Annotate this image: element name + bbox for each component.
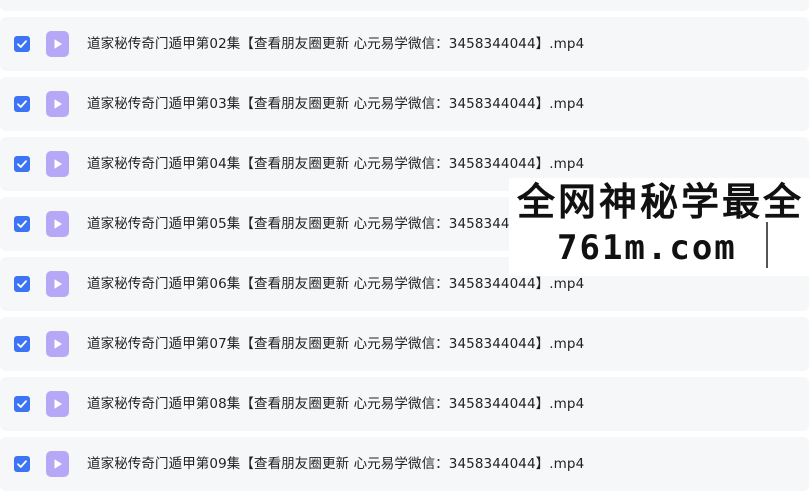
- watermark-text: 全网神秘学最全: [517, 180, 805, 224]
- play-icon: [54, 459, 62, 469]
- checkmark-icon: [17, 220, 27, 228]
- file-checkbox[interactable]: [14, 216, 30, 232]
- file-row[interactable]: 道家秘传奇门遁甲第03集【查看朋友圈更新 心元易学微信：3458344044】.…: [0, 77, 809, 131]
- video-file-icon: [46, 391, 69, 417]
- checkmark-icon: [17, 100, 27, 108]
- file-checkbox[interactable]: [14, 156, 30, 172]
- file-name[interactable]: 道家秘传奇门遁甲第02集【查看朋友圈更新 心元易学微信：3458344044】.…: [87, 17, 584, 71]
- file-checkbox[interactable]: [14, 456, 30, 472]
- video-file-icon: [46, 211, 69, 237]
- play-icon: [54, 399, 62, 409]
- file-checkbox[interactable]: [14, 36, 30, 52]
- file-row[interactable]: [0, 0, 809, 11]
- file-checkbox[interactable]: [14, 276, 30, 292]
- play-icon: [54, 279, 62, 289]
- play-icon: [54, 99, 62, 109]
- play-icon: [54, 339, 62, 349]
- file-checkbox[interactable]: [14, 96, 30, 112]
- checkmark-icon: [17, 340, 27, 348]
- checkmark-icon: [17, 400, 27, 408]
- text-cursor: [766, 222, 768, 268]
- watermark-url: 761m.com: [557, 228, 737, 268]
- file-checkbox[interactable]: [14, 336, 30, 352]
- file-name[interactable]: 道家秘传奇门遁甲第08集【查看朋友圈更新 心元易学微信：3458344044】.…: [87, 377, 584, 431]
- video-file-icon: [46, 331, 69, 357]
- file-row[interactable]: 道家秘传奇门遁甲第08集【查看朋友圈更新 心元易学微信：3458344044】.…: [0, 377, 809, 431]
- video-file-icon: [46, 91, 69, 117]
- file-row[interactable]: 道家秘传奇门遁甲第02集【查看朋友圈更新 心元易学微信：3458344044】.…: [0, 17, 809, 71]
- file-name[interactable]: 道家秘传奇门遁甲第03集【查看朋友圈更新 心元易学微信：3458344044】.…: [87, 77, 584, 131]
- file-name[interactable]: 道家秘传奇门遁甲第07集【查看朋友圈更新 心元易学微信：3458344044】.…: [87, 317, 584, 371]
- checkmark-icon: [17, 280, 27, 288]
- watermark-overlay: 全网神秘学最全 761m.com: [509, 178, 809, 276]
- checkmark-icon: [17, 460, 27, 468]
- play-icon: [54, 219, 62, 229]
- checkmark-icon: [17, 160, 27, 168]
- video-file-icon: [46, 271, 69, 297]
- video-file-icon: [46, 451, 69, 477]
- play-icon: [54, 39, 62, 49]
- video-file-icon: [46, 151, 69, 177]
- file-row[interactable]: 道家秘传奇门遁甲第09集【查看朋友圈更新 心元易学微信：3458344044】.…: [0, 437, 809, 491]
- file-checkbox[interactable]: [14, 396, 30, 412]
- video-file-icon: [46, 31, 69, 57]
- file-row[interactable]: 道家秘传奇门遁甲第07集【查看朋友圈更新 心元易学微信：3458344044】.…: [0, 317, 809, 371]
- file-name[interactable]: 道家秘传奇门遁甲第09集【查看朋友圈更新 心元易学微信：3458344044】.…: [87, 437, 584, 491]
- checkmark-icon: [17, 40, 27, 48]
- play-icon: [54, 159, 62, 169]
